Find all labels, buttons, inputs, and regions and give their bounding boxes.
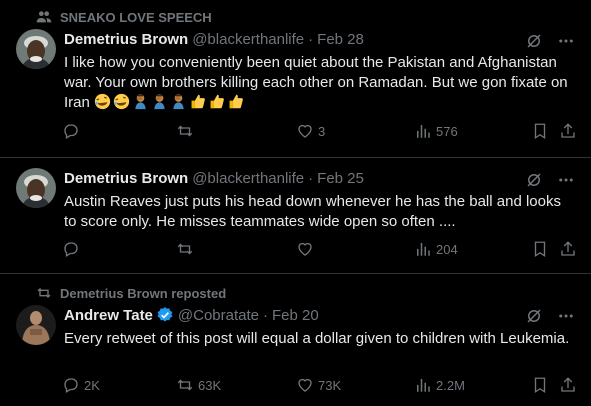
tweet-date[interactable]: Feb 25 <box>317 170 364 187</box>
verified-badge-icon <box>157 307 173 322</box>
repost-icon <box>177 125 193 137</box>
views-button[interactable]: 2.2M <box>414 376 465 394</box>
action-bar: 204 <box>56 240 581 264</box>
like-button[interactable]: 73K <box>296 376 341 394</box>
action-bar: 3 576 <box>56 122 581 146</box>
more-icon[interactable] <box>557 32 575 50</box>
more-icon[interactable] <box>557 307 575 325</box>
heart-icon <box>298 124 312 138</box>
thumbs-up-emoji-icon <box>191 94 205 109</box>
view-count: 576 <box>436 123 458 139</box>
separator-dot: · <box>263 306 269 324</box>
repost-button[interactable]: 63K <box>176 376 221 394</box>
author-name[interactable]: Demetrius Brown <box>64 170 188 187</box>
bookmark-button[interactable] <box>531 122 549 140</box>
bookmark-button[interactable] <box>531 240 549 258</box>
heart-icon <box>298 242 312 256</box>
tweet-header: Demetrius Brown @blackerthanlife · Feb 2… <box>64 170 364 187</box>
repost-button[interactable] <box>176 122 198 140</box>
like-button[interactable]: 3 <box>296 122 325 140</box>
share-button[interactable] <box>559 240 577 258</box>
community-name: SNEAKO LOVE SPEECH <box>60 9 212 25</box>
separator-dot: · <box>308 31 314 48</box>
thumbs-up-emoji-icon <box>229 94 243 109</box>
tweet-text: Austin Reaves just puts his head down wh… <box>64 193 561 230</box>
bookmark-icon <box>534 241 546 258</box>
bookmark-button[interactable] <box>531 376 549 394</box>
repost-icon <box>177 379 193 391</box>
views-icon <box>417 125 430 138</box>
action-bar: 2K 63K 73K 2.2M <box>56 376 581 400</box>
thumbs-up-emoji-icon <box>210 94 224 109</box>
reposted-by-label: Demetrius Brown reposted <box>60 285 227 301</box>
reply-icon <box>64 124 78 139</box>
grok-icon[interactable] <box>525 171 543 189</box>
grok-icon[interactable] <box>525 32 543 50</box>
bookmark-icon <box>534 123 546 140</box>
author-name[interactable]: Andrew Tate <box>64 307 153 324</box>
views-icon <box>417 379 430 392</box>
avatar[interactable] <box>16 29 56 69</box>
reply-icon <box>64 242 78 257</box>
view-count: 204 <box>436 241 458 257</box>
facepalm-emoji-icon <box>135 94 146 110</box>
repost-button[interactable] <box>176 240 198 258</box>
reply-button[interactable] <box>62 122 84 140</box>
author-name[interactable]: Demetrius Brown <box>64 31 188 48</box>
views-button[interactable]: 576 <box>414 122 458 140</box>
reply-count: 2K <box>84 377 100 393</box>
share-icon <box>561 241 575 256</box>
share-button[interactable] <box>559 376 577 394</box>
community-icon <box>36 11 52 23</box>
like-count: 73K <box>318 377 342 393</box>
separator-dot: · <box>308 170 314 187</box>
like-count: 3 <box>318 123 326 139</box>
avatar[interactable] <box>16 305 56 345</box>
view-count: 2.2M <box>436 377 465 393</box>
tweet-header: Andrew Tate @Cobratate · Feb 20 <box>64 306 319 324</box>
repost-icon <box>37 288 51 298</box>
like-button[interactable] <box>296 240 318 258</box>
facepalm-emoji-icon <box>154 94 165 110</box>
rofl-emoji-icon <box>113 93 130 110</box>
repost-count: 63K <box>198 377 222 393</box>
views-button[interactable]: 204 <box>414 240 458 258</box>
tweet-2[interactable]: Demetrius Brown @blackerthanlife · Feb 2… <box>0 158 591 274</box>
tweet-date[interactable]: Feb 28 <box>317 31 364 48</box>
author-handle[interactable]: @blackerthanlife <box>192 170 304 187</box>
reply-button[interactable] <box>62 240 84 258</box>
reply-button[interactable]: 2K <box>62 376 100 394</box>
share-icon <box>561 377 575 392</box>
tweet-3[interactable]: Demetrius Brown reposted Andrew Tate @Co… <box>0 274 591 406</box>
tweet-header: Demetrius Brown @blackerthanlife · Feb 2… <box>64 31 364 48</box>
facepalm-emoji-icon <box>173 94 184 110</box>
community-context[interactable]: SNEAKO LOVE SPEECH <box>36 9 212 25</box>
share-icon <box>561 123 575 138</box>
share-button[interactable] <box>559 122 577 140</box>
tweet-1[interactable]: SNEAKO LOVE SPEECH Demetrius Brown @blac… <box>0 0 591 158</box>
author-handle[interactable]: @Cobratate <box>178 307 259 324</box>
author-handle[interactable]: @blackerthanlife <box>192 31 304 48</box>
reply-icon <box>64 378 78 393</box>
heart-icon <box>298 378 312 392</box>
emoji-row <box>94 93 244 110</box>
tweet-text: I like how you conveniently been quiet a… <box>64 53 576 113</box>
avatar[interactable] <box>16 168 56 208</box>
repost-context[interactable]: Demetrius Brown reposted <box>36 285 226 301</box>
tweet-text: Every retweet of this post will equal a … <box>64 330 570 347</box>
bookmark-icon <box>534 377 546 394</box>
more-icon[interactable] <box>557 171 575 189</box>
repost-icon <box>177 243 193 255</box>
grok-icon[interactable] <box>525 307 543 325</box>
rofl-emoji-icon <box>94 93 111 110</box>
views-icon <box>417 243 430 256</box>
tweet-date[interactable]: Feb 20 <box>272 307 319 324</box>
